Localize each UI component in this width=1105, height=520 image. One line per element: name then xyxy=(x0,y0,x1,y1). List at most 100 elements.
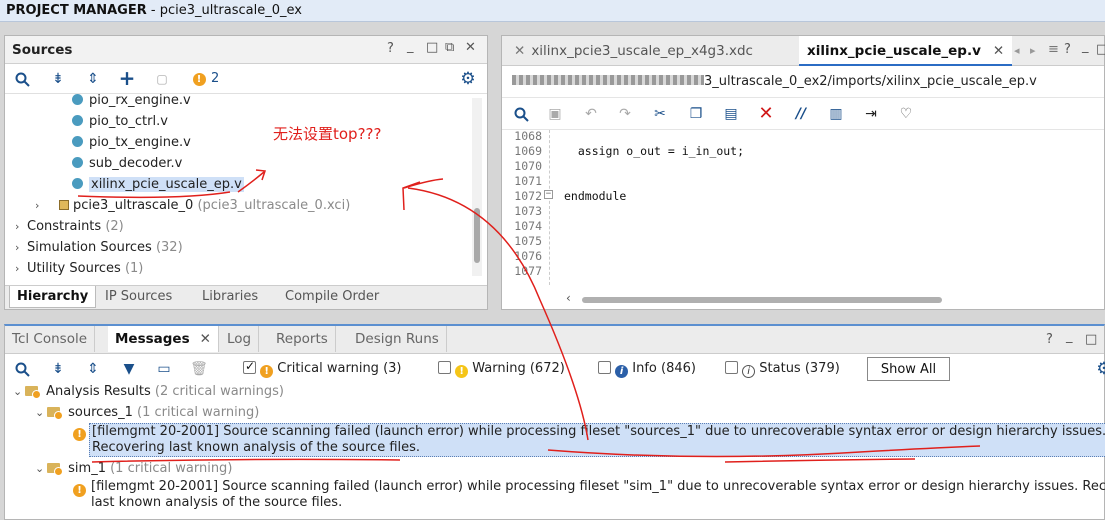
add-sources-icon[interactable]: + xyxy=(118,66,136,90)
scroll-left-icon[interactable]: ‹ xyxy=(566,291,571,305)
minimize-icon[interactable]: _ xyxy=(1066,329,1073,344)
checkbox[interactable] xyxy=(598,361,611,374)
maximize-icon[interactable]: □ xyxy=(426,40,438,55)
filter-info[interactable]: i Info (846) xyxy=(598,361,696,378)
tab-list-icon[interactable]: ≡ xyxy=(1048,42,1059,57)
expand-all-icon[interactable]: ⇕ xyxy=(84,360,102,378)
fold-icon[interactable]: − xyxy=(544,190,553,199)
close-icon[interactable]: ✕ xyxy=(514,43,525,59)
copy-icon[interactable]: ❐ xyxy=(687,105,705,123)
chevron-down-icon[interactable]: ⌄ xyxy=(35,402,47,423)
float-icon[interactable]: ⧉ xyxy=(445,40,454,55)
tree-group[interactable]: › Constraints (2) xyxy=(15,216,124,237)
close-icon[interactable]: ✕ xyxy=(200,331,211,347)
fileset-row[interactable]: ⌄ sources_1 (1 critical warning) xyxy=(35,402,259,423)
fileset-row[interactable]: ⌄ sim_1 (1 critical warning) xyxy=(35,458,232,479)
tab-design-runs[interactable]: Design Runs xyxy=(348,326,447,352)
help-icon[interactable]: ? xyxy=(1046,332,1053,347)
help-icon[interactable]: ? xyxy=(387,41,394,56)
checkbox[interactable] xyxy=(725,361,738,374)
filter-status[interactable]: i Status (379) xyxy=(725,361,840,378)
indent-icon[interactable]: ⇥ xyxy=(862,105,880,123)
chevron-right-icon[interactable]: › xyxy=(15,237,27,258)
delete-icon[interactable]: 🗑 xyxy=(190,360,208,378)
messages-toolbar: ⇟ ⇕ ▼ ▭ 🗑 ✓ ! Critical warning (3) ! War… xyxy=(5,354,1105,384)
message-row[interactable]: [filemgmt 20-2001] Source scanning faile… xyxy=(89,479,1105,511)
tab-scroll-right-icon[interactable]: ▸ xyxy=(1030,44,1036,57)
minimize-icon[interactable]: _ xyxy=(407,39,414,54)
tree-item-ip[interactable]: › pcie3_ultrascale_0 (pcie3_ultrascale_0.… xyxy=(35,195,350,216)
search-icon[interactable] xyxy=(512,105,530,123)
chevron-down-icon[interactable]: ⌄ xyxy=(35,458,47,479)
tab-scroll-left-icon[interactable]: ◂ xyxy=(1014,44,1020,57)
chevron-right-icon[interactable]: › xyxy=(35,195,47,216)
filter-critical-warning[interactable]: ✓ ! Critical warning (3) xyxy=(243,359,402,378)
tab-tcl-console[interactable]: Tcl Console xyxy=(5,326,96,352)
tab-hierarchy[interactable]: Hierarchy xyxy=(9,286,97,308)
redo-icon[interactable]: ↷ xyxy=(616,105,634,123)
verilog-file-icon xyxy=(72,115,83,126)
sources-scrollbar[interactable] xyxy=(472,98,482,276)
tree-group[interactable]: › Simulation Sources (32) xyxy=(15,237,183,258)
minimize-icon[interactable]: _ xyxy=(1082,39,1089,54)
maximize-icon[interactable]: □ xyxy=(1085,332,1097,347)
comment-icon[interactable]: // xyxy=(792,105,810,123)
expand-all-icon[interactable]: ⇕ xyxy=(84,70,102,88)
tab-xdc-file[interactable]: ✕ xilinx_pcie3_uscale_ep_x4g3.xdc xyxy=(506,36,761,66)
chevron-right-icon[interactable]: › xyxy=(15,216,27,237)
lightbulb-icon[interactable]: ♡ xyxy=(897,105,915,123)
tree-item[interactable]: pio_to_ctrl.v xyxy=(72,111,168,132)
folder-warning-icon xyxy=(25,386,41,399)
tree-item-selected[interactable]: xilinx_pcie_uscale_ep.v xyxy=(72,174,244,195)
editor-h-scrollbar[interactable]: ‹ xyxy=(564,291,1104,306)
settings-gear-icon[interactable]: ⚙ xyxy=(1095,359,1105,379)
checkbox-checked[interactable]: ✓ xyxy=(243,359,256,374)
maximize-icon[interactable]: □ xyxy=(1096,42,1105,57)
paste-icon[interactable]: ▤ xyxy=(722,105,740,123)
gutter-separator xyxy=(549,130,550,285)
warning-count-icon[interactable]: ! xyxy=(190,70,208,88)
checkbox[interactable] xyxy=(438,361,451,374)
scrollbar-thumb[interactable] xyxy=(474,208,480,263)
tree-item[interactable]: pio_tx_engine.v xyxy=(72,132,191,153)
filter-icon[interactable]: ▼ xyxy=(120,360,138,378)
tree-group[interactable]: › Utility Sources (1) xyxy=(15,258,143,279)
code-area[interactable]: 1068 1069 1070 1071 1072 1073 1074 1075 … xyxy=(502,130,1104,285)
analysis-results-row[interactable]: ⌄ Analysis Results (2 critical warnings) xyxy=(13,381,284,402)
message-text: [filemgmt 20-2001] Source scanning faile… xyxy=(91,479,1105,494)
chevron-right-icon[interactable]: › xyxy=(15,258,27,279)
tab-verilog-file[interactable]: xilinx_pcie_uscale_ep.v ✕ xyxy=(799,36,1013,66)
editor-panel: ✕ xilinx_pcie3_uscale_ep_x4g3.xdc xilinx_… xyxy=(501,35,1105,310)
search-icon[interactable] xyxy=(13,360,31,378)
scrollbar-thumb[interactable] xyxy=(582,297,942,303)
collapse-all-icon[interactable]: ⇟ xyxy=(49,360,67,378)
line-number: 1071 xyxy=(514,174,542,188)
cut-icon[interactable]: ✂ xyxy=(651,105,669,123)
close-icon[interactable]: ✕ xyxy=(993,43,1004,59)
chevron-down-icon[interactable]: ⌄ xyxy=(13,381,25,402)
filter-warning[interactable]: ! Warning (672) xyxy=(438,361,565,378)
message-row-selected[interactable]: [filemgmt 20-2001] Source scanning faile… xyxy=(89,423,1105,457)
tree-item[interactable]: sub_decoder.v xyxy=(72,153,182,174)
message-text: [filemgmt 20-2001] Source scanning faile… xyxy=(92,424,1105,439)
settings-gear-icon[interactable]: ⚙ xyxy=(459,69,477,89)
tab-log[interactable]: Log xyxy=(220,326,260,352)
tab-ip-sources[interactable]: IP Sources xyxy=(98,286,179,308)
tree-item[interactable]: pio_rx_engine.v xyxy=(72,94,191,111)
undo-icon[interactable]: ↶ xyxy=(582,105,600,123)
search-icon[interactable] xyxy=(13,70,31,88)
critical-warning-icon: ! xyxy=(73,484,86,497)
tab-messages[interactable]: Messages ✕ xyxy=(108,326,219,352)
tab-compile-order[interactable]: Compile Order xyxy=(278,286,386,308)
close-icon[interactable]: ✕ xyxy=(465,40,476,55)
message-icon[interactable]: ▭ xyxy=(155,360,173,378)
tab-reports[interactable]: Reports xyxy=(269,326,336,352)
save-icon[interactable]: ▣ xyxy=(546,105,564,123)
delete-icon[interactable]: ✕ xyxy=(757,103,775,124)
properties-icon[interactable]: ▢ xyxy=(153,70,171,88)
show-all-button[interactable]: Show All xyxy=(867,357,950,381)
column-select-icon[interactable]: ▥ xyxy=(827,105,845,123)
collapse-all-icon[interactable]: ⇟ xyxy=(49,70,67,88)
help-icon[interactable]: ? xyxy=(1064,42,1071,57)
tab-libraries[interactable]: Libraries xyxy=(195,286,265,308)
